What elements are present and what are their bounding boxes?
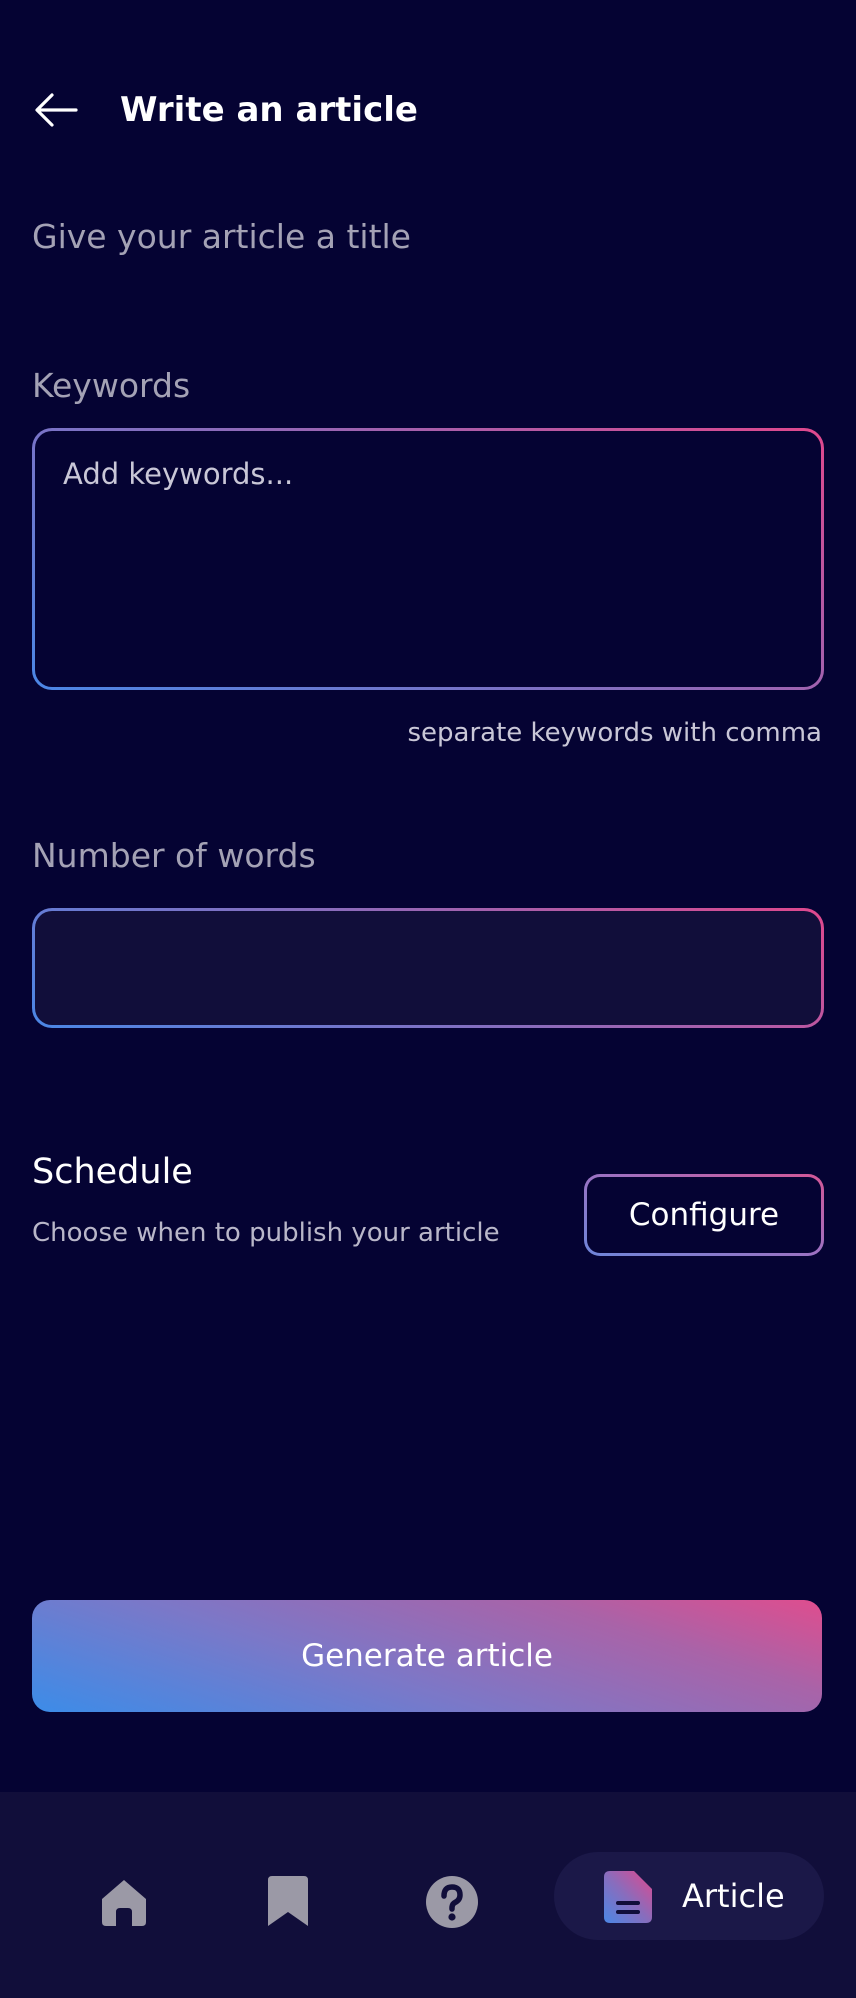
- article-title-input[interactable]: [32, 206, 822, 266]
- bottom-nav: Article: [0, 1792, 856, 1998]
- nav-article-label: Article: [682, 1877, 785, 1915]
- nav-item-help[interactable]: [416, 1866, 488, 1938]
- words-label: Number of words: [32, 836, 316, 875]
- arrow-left-icon: [35, 93, 78, 127]
- nav-item-article[interactable]: Article: [554, 1852, 824, 1940]
- words-input[interactable]: [63, 911, 783, 1025]
- words-field[interactable]: [32, 908, 824, 1028]
- bookmark-icon: [268, 1876, 308, 1926]
- help-icon: [426, 1876, 478, 1928]
- nav-item-home[interactable]: [88, 1866, 160, 1938]
- back-button[interactable]: [32, 86, 80, 134]
- schedule-title: Schedule: [32, 1152, 193, 1192]
- page-title: Write an article: [120, 90, 418, 130]
- keywords-label: Keywords: [32, 366, 191, 405]
- nav-item-bookmark[interactable]: [252, 1866, 324, 1938]
- article-icon: [604, 1871, 652, 1923]
- schedule-description: Choose when to publish your article: [32, 1218, 500, 1248]
- generate-article-button[interactable]: Generate article: [32, 1600, 822, 1712]
- home-icon: [102, 1880, 146, 1926]
- keywords-helper-text: separate keywords with comma: [407, 718, 822, 748]
- configure-button[interactable]: Configure: [584, 1174, 824, 1256]
- keywords-input[interactable]: [63, 457, 783, 657]
- keywords-field[interactable]: [32, 428, 824, 690]
